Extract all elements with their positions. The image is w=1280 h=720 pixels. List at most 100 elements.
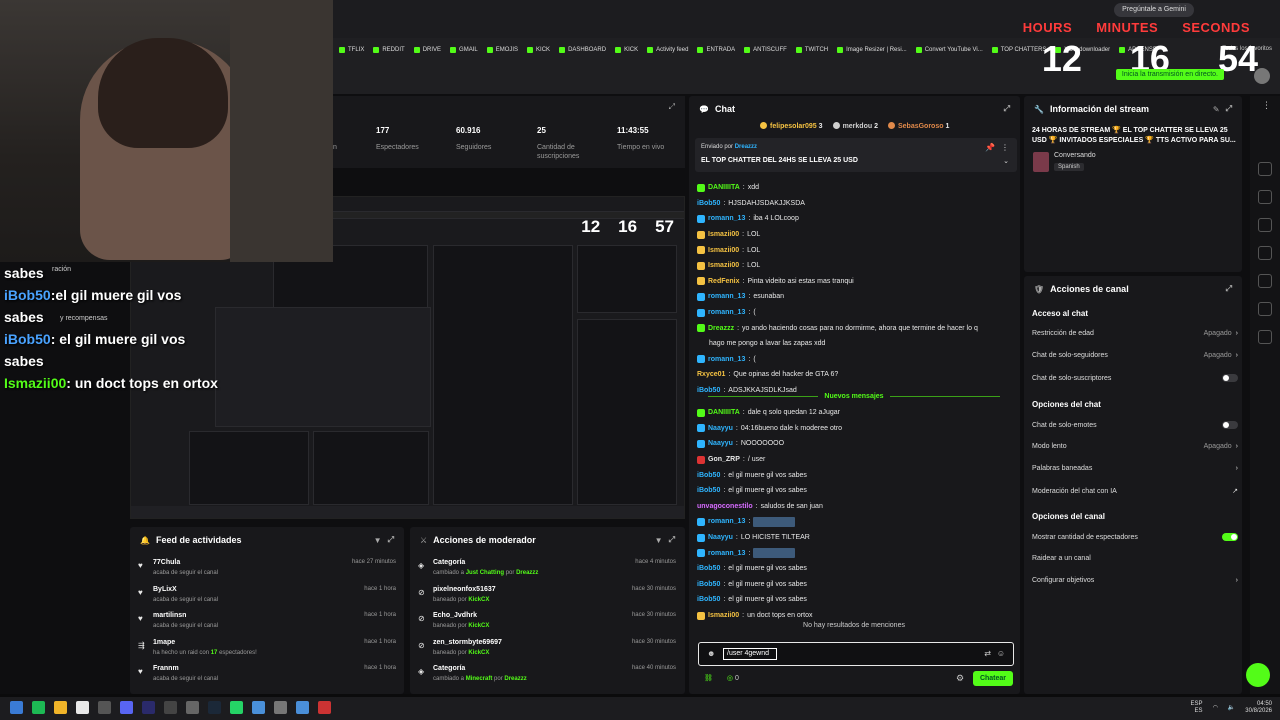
avatar[interactable] (1254, 68, 1270, 84)
bookmark-item[interactable]: KICK (615, 46, 638, 53)
chat-username[interactable]: Naayyu (708, 440, 733, 447)
chat-username[interactable]: iBob50 (697, 565, 720, 572)
bookmark-item[interactable]: DASHBOARD (559, 46, 606, 53)
chat-input[interactable]: /user 4gewnd (723, 648, 777, 660)
subs-only-row[interactable]: Chat de solo-suscriptores (1032, 374, 1238, 382)
bookmark-item[interactable]: ANTISCUFF (744, 46, 787, 53)
show-viewers-row[interactable]: Mostrar cantidad de espectadores (1032, 533, 1238, 541)
top-chatter[interactable]: felipesolar095 3 (760, 122, 823, 130)
rail-tool-icon[interactable] (1258, 274, 1272, 288)
rail-tool-icon[interactable] (1258, 190, 1272, 204)
app-icon[interactable] (98, 701, 111, 714)
mod-target[interactable]: Categoría (433, 559, 465, 566)
new-messages-divider[interactable]: Nuevos mensajes (696, 393, 1012, 400)
bookmark-item[interactable]: TOP CHATTERS (991, 46, 1046, 53)
chat-username[interactable]: romann_13 (708, 518, 745, 525)
link-icon[interactable]: ⛓ (704, 674, 713, 682)
chat-message[interactable]: Naayyu: NOOOOOOO (697, 436, 1012, 452)
send-chat-button[interactable]: Chatear (973, 671, 1013, 686)
chat-username[interactable]: Ismazii00 (708, 231, 739, 238)
bookmark-item[interactable]: DRIVE (413, 46, 441, 53)
top-chatter[interactable]: SebasGoroso 1 (887, 122, 949, 130)
chrome-icon[interactable] (76, 701, 89, 714)
expand-icon[interactable]: ⤢ (669, 535, 675, 545)
chat-message[interactable]: romann_13: (697, 514, 1012, 530)
goals-row[interactable]: Configurar objetivos › (1032, 577, 1238, 584)
more-icon[interactable]: ⋮ (1262, 100, 1271, 111)
app-icon[interactable] (186, 701, 199, 714)
chat-bubble-button[interactable] (1246, 663, 1270, 687)
go-live-button[interactable]: Inicia la transmisión en directo. (1115, 69, 1224, 80)
chat-message[interactable]: RedFenix: Pinta videito asi estas mas tra… (697, 274, 1012, 290)
chat-message[interactable]: Ismazii00: LOL (697, 227, 1012, 243)
expand-icon[interactable]: ⤢ (669, 102, 675, 112)
top-chatter[interactable]: merkdou 2 (832, 122, 878, 130)
chat-message[interactable]: Ismazii00: LOL (697, 242, 1012, 258)
show-viewers-toggle[interactable] (1222, 533, 1238, 541)
chat-message[interactable]: Naayyu:04:16bueno dale k moderee otro (697, 421, 1012, 437)
chat-username[interactable]: romann_13 (708, 309, 745, 316)
chat-input-box[interactable]: ☻ /user 4gewnd ⇄ ☺ (698, 642, 1014, 666)
rail-tool-icon[interactable] (1258, 302, 1272, 316)
chat-username[interactable]: Ismazii00 (708, 612, 739, 619)
bookmark-item[interactable]: KICK (527, 46, 550, 53)
chat-username[interactable]: Gon_ZRP (708, 456, 740, 463)
chat-message[interactable]: iBob50: el gil muere gil vos sabes (697, 577, 1012, 593)
wifi-icon[interactable]: ◠ (1213, 705, 1218, 712)
chat-message[interactable]: hago me pongo a lavar las zapas xdd (697, 336, 1012, 352)
bookmark-item[interactable]: Image Resizer | Resi... (837, 46, 907, 53)
mod-target[interactable]: Categoría (433, 665, 465, 672)
points-counter[interactable]: ◎ 0 (727, 674, 739, 682)
discord-icon[interactable] (120, 701, 133, 714)
system-tray[interactable]: ESP ES ◠ 🔈 04:50 30/8/2026 (1191, 701, 1272, 715)
chat-username[interactable]: iBob50 (697, 487, 720, 494)
expand-icon[interactable]: ⤢ (1004, 104, 1010, 114)
bookmark-item[interactable]: TWITCH (795, 46, 828, 53)
mod-target[interactable]: Echo_Jvdhrk (433, 612, 477, 619)
chat-message[interactable]: romann_13: (697, 545, 1012, 561)
rail-tool-icon[interactable] (1258, 162, 1272, 176)
followers-only-row[interactable]: Chat de solo-seguidores Apagado › (1032, 352, 1238, 359)
expand-icon[interactable]: ⤢ (1226, 284, 1232, 294)
pinned-message[interactable]: Enviado por Dreazzz EL TOP CHATTER DEL 2… (695, 138, 1017, 172)
rail-tool-icon[interactable] (1258, 330, 1272, 344)
chat-username[interactable]: romann_13 (708, 215, 745, 222)
chat-message[interactable]: DANIIIITA: xdd (697, 180, 1012, 196)
chat-username[interactable]: romann_13 (708, 293, 745, 300)
chat-username[interactable]: romann_13 (708, 550, 745, 557)
premiere-icon[interactable] (142, 701, 155, 714)
app-icon[interactable] (318, 701, 331, 714)
translate-icon[interactable]: ⇄ (984, 649, 991, 658)
clock[interactable]: 04:50 30/8/2026 (1245, 701, 1272, 715)
emotes-only-row[interactable]: Chat de solo-emotes (1032, 421, 1238, 429)
slow-mode-row[interactable]: Modo lento Apagado › (1032, 443, 1238, 450)
bookmark-item[interactable]: REDDIT (373, 46, 405, 53)
volume-icon[interactable]: 🔈 (1228, 705, 1235, 712)
bookmark-item[interactable]: Convert YouTube Vi... (915, 46, 983, 53)
steam-icon[interactable] (208, 701, 221, 714)
chat-username[interactable]: Rxyce01 (697, 371, 725, 378)
chat-username[interactable]: Dreazzz (708, 325, 734, 332)
folder-icon[interactable] (54, 701, 67, 714)
gemini-button[interactable]: Pregúntale a Gemini (1114, 3, 1194, 17)
emotes-only-toggle[interactable] (1222, 421, 1238, 429)
app-icon[interactable] (274, 701, 287, 714)
emote-icon[interactable]: ☻ (707, 649, 715, 658)
more-icon[interactable]: ⋮ (1001, 143, 1009, 152)
rail-tool-icon[interactable] (1258, 218, 1272, 232)
ai-moderation-row[interactable]: Moderación del chat con IA ↗ (1032, 487, 1238, 496)
chat-message[interactable]: iBob50: el gil muere gil vos sabes (697, 467, 1012, 483)
chat-message[interactable]: Rxyce01: Que opinas del hacker de GTA 6? (697, 367, 1012, 383)
chat-message[interactable]: unvagoconestilo: saludos de san juan (697, 499, 1012, 515)
mod-target[interactable]: zen_stormbyte69697 (433, 639, 502, 646)
feed-username[interactable]: ByLixX (153, 586, 177, 593)
chat-username[interactable]: Ismazii00 (708, 262, 739, 269)
bookmark-item[interactable]: TFLIX (339, 46, 364, 53)
chat-username[interactable]: iBob50 (697, 200, 720, 207)
chat-message[interactable]: iBob50: el gil muere gil vos sabes (697, 592, 1012, 608)
rail-tool-icon[interactable] (1258, 246, 1272, 260)
chat-message[interactable]: iBob50: el gil muere gil vos sabes (697, 561, 1012, 577)
chat-message[interactable]: DANIIIITA: dale q solo quedan 12 aJugar (697, 405, 1012, 421)
chat-message[interactable]: iBob50: el gil muere gil vos sabes (697, 483, 1012, 499)
expand-icon[interactable]: ⤢ (1226, 104, 1232, 114)
